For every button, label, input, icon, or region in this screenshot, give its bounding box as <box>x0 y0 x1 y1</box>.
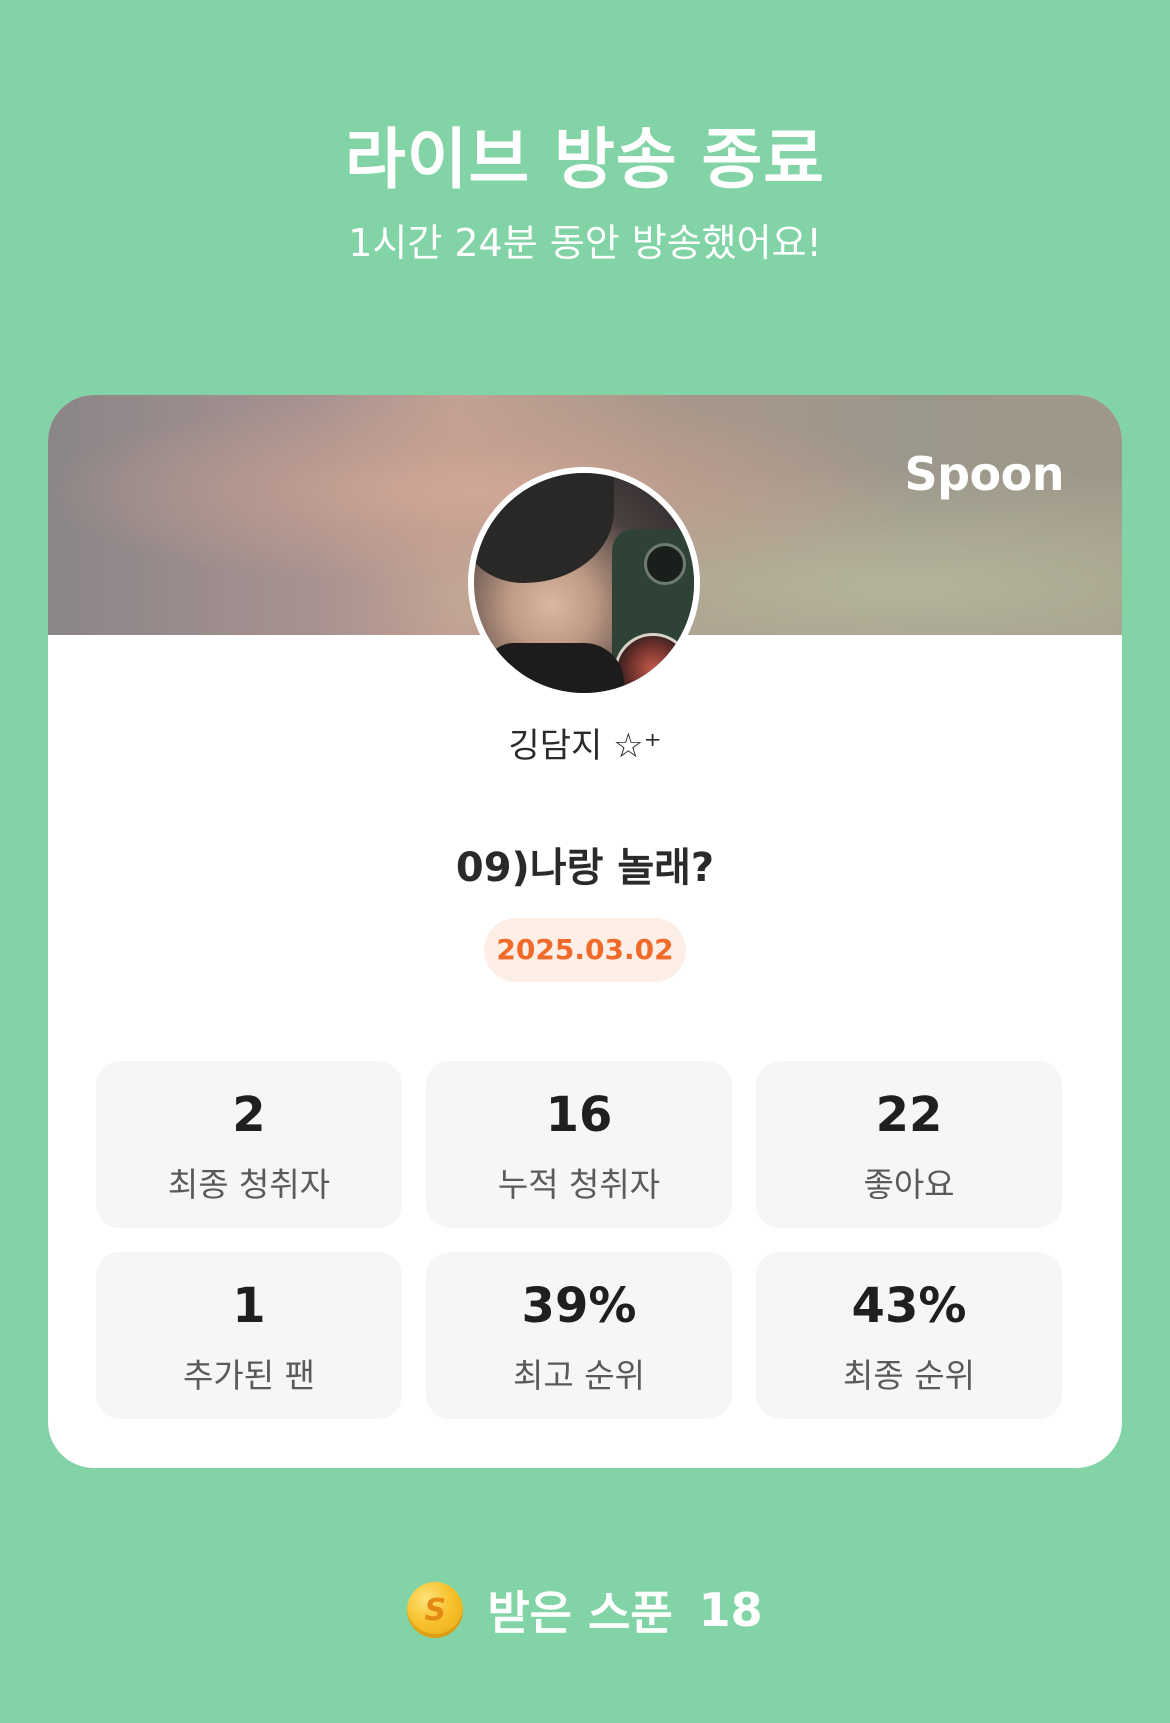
stat-total-listeners: 16 누적 청취자 <box>426 1061 732 1228</box>
received-spoons-count: 18 <box>698 1583 763 1637</box>
stat-value: 16 <box>545 1087 613 1143</box>
stat-label: 좋아요 <box>863 1165 955 1204</box>
stat-value: 43% <box>851 1278 967 1334</box>
stat-label: 최종 청취자 <box>167 1165 331 1204</box>
received-spoons: S 받은 스푼 18 <box>0 1580 1170 1640</box>
stat-label: 누적 청취자 <box>497 1165 661 1204</box>
broadcast-duration: 1시간 24분 동안 방송했어요! <box>348 221 822 266</box>
spoon-logo: Spoon <box>904 447 1064 501</box>
stats-grid: 2 최종 청취자 16 누적 청취자 22 좋아요 1 추가된 팬 39% 최고… <box>96 1061 1074 1419</box>
broadcast-summary-card: Spoon 깅담지 ☆⁺ 09)나랑 놀래? 2025.03.02 2 최종 청… <box>48 395 1122 1468</box>
stat-label: 최고 순위 <box>513 1356 645 1395</box>
stat-final-listeners: 2 최종 청취자 <box>96 1061 402 1228</box>
page-title: 라이브 방송 종료 <box>345 121 825 198</box>
stat-value: 2 <box>232 1087 266 1143</box>
spoon-coin-icon: S <box>407 1582 464 1638</box>
stat-likes: 22 좋아요 <box>756 1061 1062 1228</box>
avatar-mask <box>484 643 624 693</box>
stat-new-fans: 1 추가된 팬 <box>96 1252 402 1419</box>
avatar-hair <box>474 473 614 583</box>
received-spoons-label: 받은 스푼 <box>487 1586 673 1640</box>
avatar <box>468 467 700 699</box>
live-title: 09)나랑 놀래? <box>455 845 715 891</box>
avatar-camera-lens <box>644 543 686 585</box>
stat-label: 최종 순위 <box>843 1356 975 1395</box>
header: 라이브 방송 종료 1시간 24분 동안 방송했어요! <box>0 120 1170 267</box>
dj-nickname: 깅담지 ☆⁺ <box>508 726 662 766</box>
stat-best-rank: 39% 최고 순위 <box>426 1252 732 1419</box>
stat-final-rank: 43% 최종 순위 <box>756 1252 1062 1419</box>
stat-value: 1 <box>232 1278 266 1334</box>
date-badge: 2025.03.02 <box>484 918 686 982</box>
stat-value: 22 <box>875 1087 943 1143</box>
stat-value: 39% <box>521 1278 637 1334</box>
stat-label: 추가된 팬 <box>183 1356 315 1395</box>
